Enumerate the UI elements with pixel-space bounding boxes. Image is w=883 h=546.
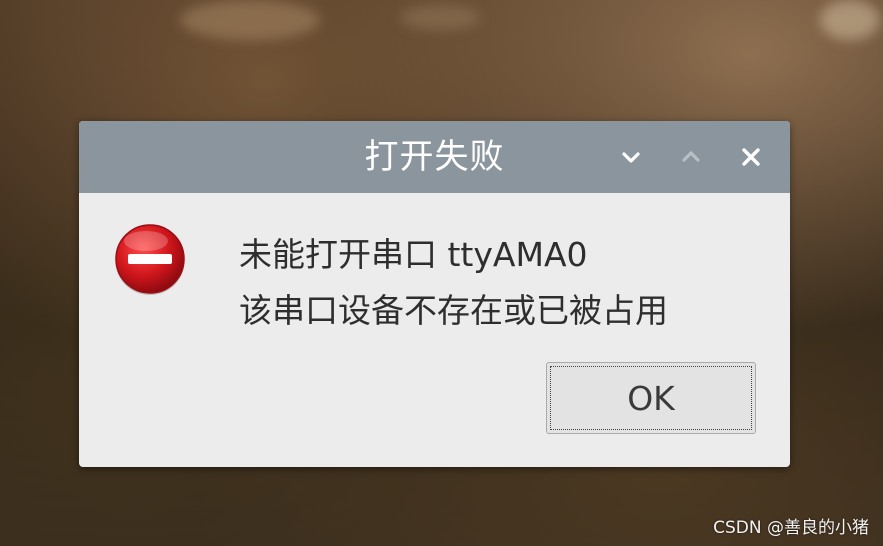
message-line-2: 该串口设备不存在或已被占用 [239,291,668,330]
minimize-button[interactable] [617,143,645,171]
close-button[interactable] [737,143,765,171]
message-line-1: 未能打开串口 ttyAMA0 [239,235,588,274]
chevron-down-icon [620,146,642,168]
watermark: CSDN @善良的小猪 [713,518,869,538]
error-icon [112,221,188,297]
ok-button[interactable]: OK [546,362,756,434]
dialog-titlebar[interactable]: 打开失败 [79,121,790,193]
maximize-button[interactable] [677,143,705,171]
error-message: 未能打开串口 ttyAMA0 该串口设备不存在或已被占用 [239,227,668,339]
error-dialog: 打开失败 未能打开串口 ttyAMA0 该串口设备不存在或已被占用 OK [79,121,790,467]
ok-button-label: OK [550,366,752,430]
chevron-up-icon [680,146,702,168]
close-icon [740,146,762,168]
